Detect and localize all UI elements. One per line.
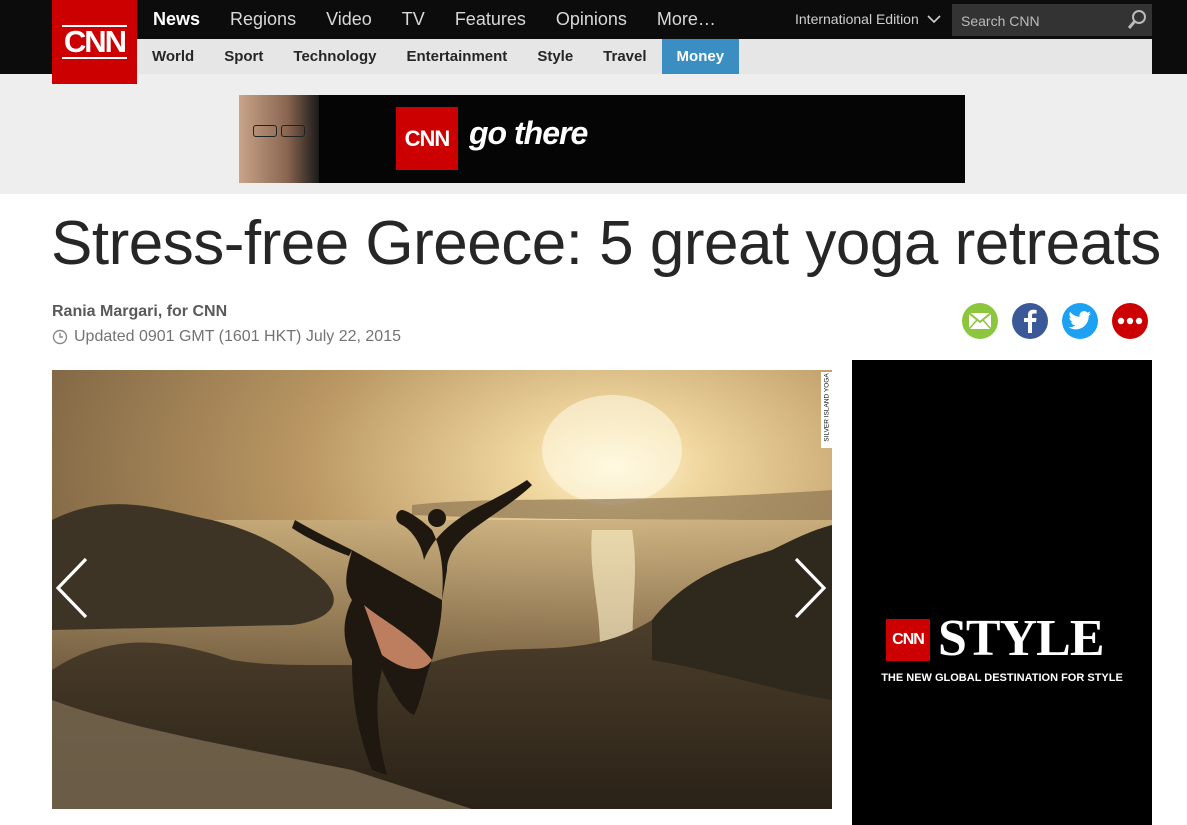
ad-face-image — [239, 95, 319, 183]
subnav-style[interactable]: Style — [522, 39, 588, 74]
share-email-button[interactable] — [962, 303, 998, 339]
side-ad-title: STYLE — [938, 610, 1105, 667]
twitter-icon — [1068, 311, 1091, 330]
email-icon — [968, 312, 992, 330]
subnav-sport[interactable]: Sport — [209, 39, 278, 74]
side-ad[interactable]: CNN STYLE THE NEW GLOBAL DESTINATION FOR… — [852, 360, 1152, 825]
edition-label: International Edition — [795, 11, 919, 27]
nav-opinions[interactable]: Opinions — [540, 9, 641, 30]
chevron-down-icon — [927, 15, 941, 24]
article-byline: Rania Margari, for CNN — [52, 303, 228, 320]
glasses-lens — [281, 125, 305, 137]
glasses-lens — [253, 125, 277, 137]
nav-regions[interactable]: Regions — [214, 9, 310, 30]
cnn-logo[interactable]: CNN — [52, 0, 137, 84]
nav-more[interactable]: More… — [641, 9, 730, 30]
photo-gallery[interactable] — [52, 370, 832, 809]
gallery-next-arrow[interactable] — [790, 555, 830, 621]
clock-icon — [52, 329, 68, 345]
photo-credit: SILVER ISLAND YOGA — [821, 372, 832, 448]
banner-ad[interactable]: CNN go there — [239, 95, 965, 183]
ad-tagline: go there — [469, 115, 588, 151]
facebook-icon — [1024, 309, 1037, 333]
subnav-money[interactable]: Money — [661, 39, 740, 74]
article-headline: Stress-free Greece: 5 great yoga retreat… — [51, 209, 1161, 278]
updated-text: Updated 0901 GMT (1601 HKT) July 22, 201… — [74, 328, 401, 345]
primary-nav: News Regions Video TV Features Opinions … — [137, 0, 730, 39]
article-updated: Updated 0901 GMT (1601 HKT) July 22, 201… — [52, 328, 401, 346]
photo-credit-text: SILVER ISLAND YOGA — [823, 373, 831, 442]
share-facebook-button[interactable] — [1012, 303, 1048, 339]
subnav-world[interactable]: World — [137, 39, 209, 74]
logo-text: CNN — [61, 24, 127, 59]
subnav-travel[interactable]: Travel — [588, 39, 661, 74]
nav-tv[interactable]: TV — [386, 9, 439, 30]
gallery-photo — [52, 370, 832, 809]
side-ad-subtitle: THE NEW GLOBAL DESTINATION FOR STYLE — [881, 672, 1123, 684]
side-ad-cnn-logo: CNN — [886, 619, 930, 661]
subnav-entertainment[interactable]: Entertainment — [391, 39, 522, 74]
subnav-technology[interactable]: Technology — [278, 39, 391, 74]
search-icon[interactable] — [1126, 9, 1148, 31]
nav-news[interactable]: News — [137, 9, 214, 30]
ad-cnn-logo: CNN — [396, 107, 458, 170]
edition-selector[interactable]: International Edition — [795, 11, 941, 27]
search-box — [952, 4, 1152, 38]
share-more-button[interactable] — [1112, 303, 1148, 339]
nav-video[interactable]: Video — [310, 9, 386, 30]
search-input[interactable] — [952, 4, 1133, 38]
share-twitter-button[interactable] — [1062, 303, 1098, 339]
gallery-prev-arrow[interactable] — [52, 555, 92, 621]
secondary-nav: World Sport Technology Entertainment Sty… — [137, 39, 1152, 74]
nav-features[interactable]: Features — [439, 9, 540, 30]
more-icon — [1117, 317, 1143, 325]
